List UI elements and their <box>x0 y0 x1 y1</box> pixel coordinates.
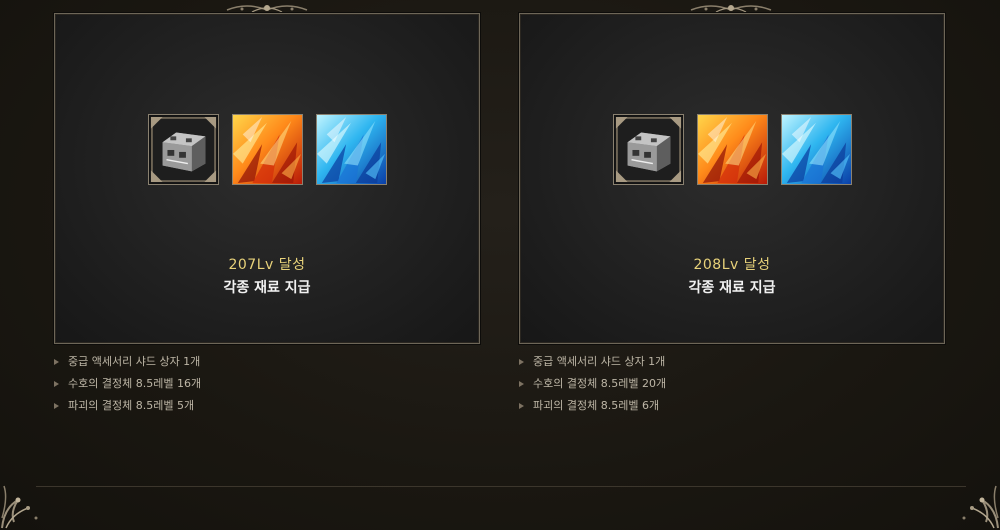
reward-card-208: 208Lv 달성 각종 재료 지급 <box>519 13 945 344</box>
reward-card-207: 207Lv 달성 각종 재료 지급 <box>54 13 480 344</box>
reward-description: 각종 재료 지급 <box>688 280 776 296</box>
fire-crystal-icon[interactable] <box>696 114 768 185</box>
level-achievement-text: 208Lv 달성 <box>693 257 771 273</box>
ice-crystal-icon[interactable] <box>780 114 852 185</box>
bottom-divider <box>36 486 966 487</box>
bullet-arrow-icon <box>519 359 524 365</box>
ornament-corner-bottom-right <box>962 485 999 529</box>
list-item: 수호의 결정체 8.5레벨 16개 <box>54 373 201 395</box>
bullet-arrow-icon <box>54 359 59 365</box>
list-item: 파괴의 결정체 8.5레벨 5개 <box>54 395 201 417</box>
ice-crystal-icon[interactable] <box>315 114 387 185</box>
list-item: 수호의 결정체 8.5레벨 20개 <box>519 373 666 395</box>
accessory-shard-box-icon[interactable] <box>612 114 684 185</box>
ornament-corner-bottom-left <box>1 485 38 529</box>
list-item: 중급 액세서리 샤드 상자 1개 <box>519 351 666 373</box>
fire-crystal-icon[interactable] <box>231 114 303 185</box>
bullet-arrow-icon <box>519 381 524 387</box>
reward-item-list-207: 중급 액세서리 샤드 상자 1개 수호의 결정체 8.5레벨 16개 파괴의 결… <box>54 351 201 417</box>
bullet-arrow-icon <box>54 381 59 387</box>
list-item: 중급 액세서리 샤드 상자 1개 <box>54 351 201 373</box>
reward-description: 각종 재료 지급 <box>223 280 311 296</box>
reward-icons <box>520 114 944 185</box>
list-item: 파괴의 결정체 8.5레벨 6개 <box>519 395 666 417</box>
bullet-arrow-icon <box>54 403 59 409</box>
bullet-arrow-icon <box>519 403 524 409</box>
accessory-shard-box-icon[interactable] <box>147 114 219 185</box>
level-achievement-text: 207Lv 달성 <box>228 257 306 273</box>
reward-icons <box>55 114 479 185</box>
reward-item-list-208: 중급 액세서리 샤드 상자 1개 수호의 결정체 8.5레벨 20개 파괴의 결… <box>519 351 666 417</box>
